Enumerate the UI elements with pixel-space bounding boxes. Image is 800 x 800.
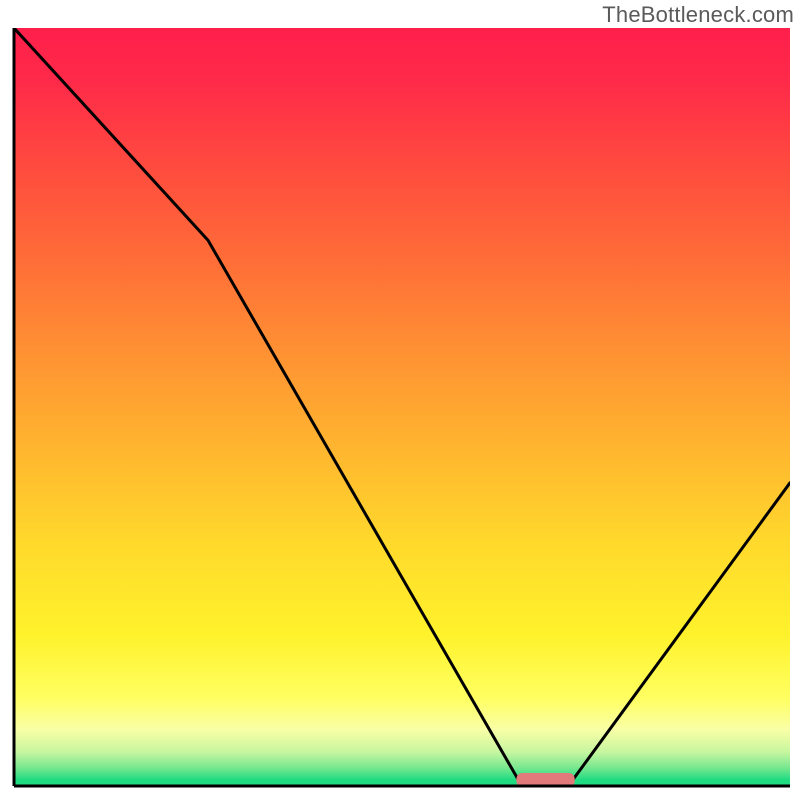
chart-frame: TheBottleneck.com xyxy=(0,0,800,800)
watermark-text: TheBottleneck.com xyxy=(602,2,794,28)
bottleneck-chart xyxy=(0,0,800,800)
gradient-background xyxy=(14,28,790,786)
